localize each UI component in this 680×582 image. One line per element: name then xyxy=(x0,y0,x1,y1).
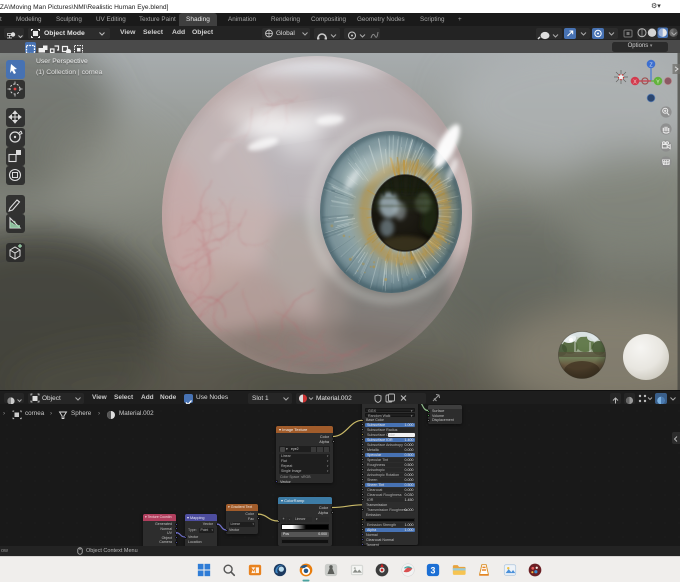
svg-text:X: X xyxy=(633,79,637,85)
svg-text:Y: Y xyxy=(656,79,660,85)
svg-text:3: 3 xyxy=(431,566,436,576)
